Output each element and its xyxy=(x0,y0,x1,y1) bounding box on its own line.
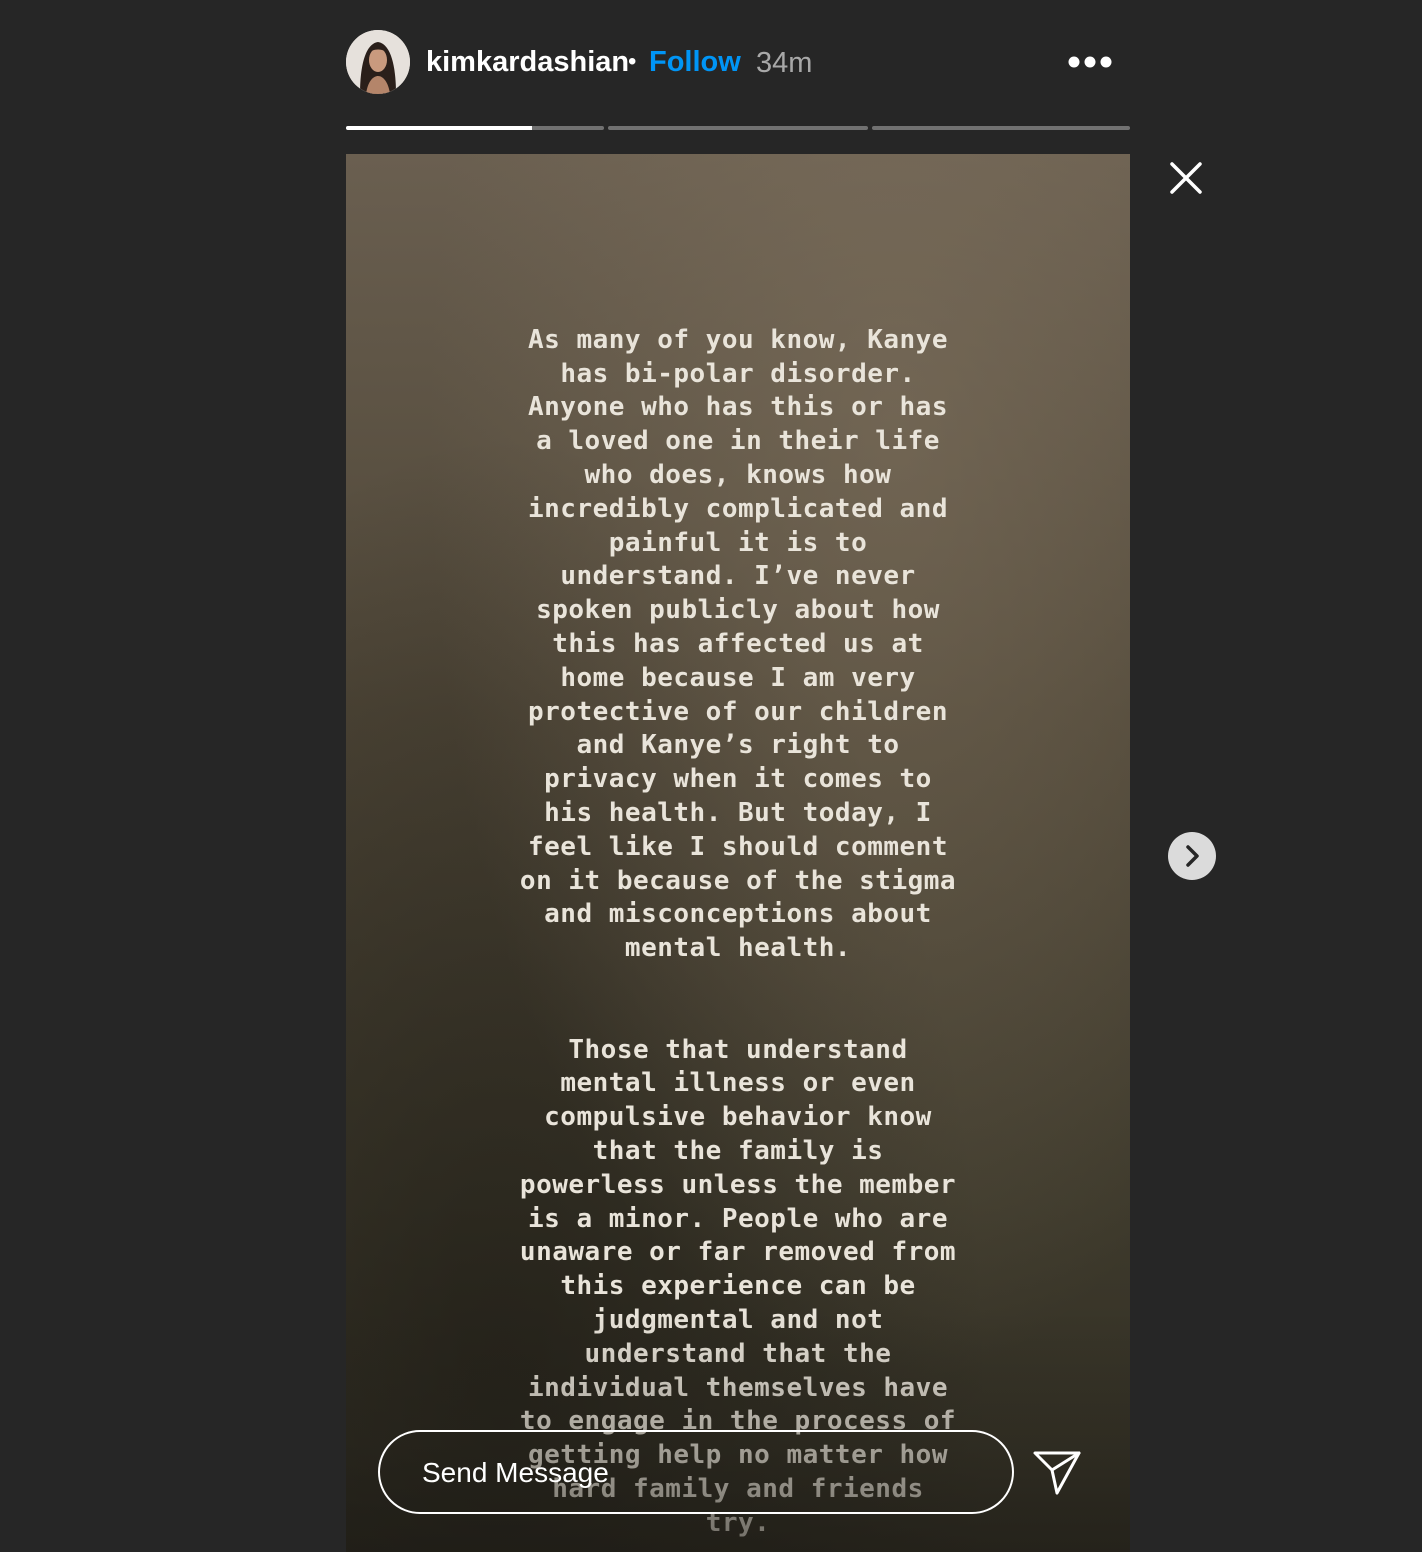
send-button[interactable] xyxy=(1032,1450,1082,1496)
chevron-right-icon xyxy=(1186,845,1199,867)
story-viewer: kimkardashian • Follow 34m As many of yo… xyxy=(0,0,1422,1552)
story-progress-bar xyxy=(872,126,1130,130)
timestamp: 34m xyxy=(756,47,813,79)
send-icon xyxy=(1033,1451,1081,1495)
close-icon xyxy=(1170,162,1202,194)
send-message-input[interactable] xyxy=(420,1432,964,1514)
story-progress-bar xyxy=(608,126,868,130)
more-options-button[interactable] xyxy=(1064,50,1116,74)
story-text: As many of you know, Kanye has bi-polar … xyxy=(346,290,1130,1552)
separator-dot: • xyxy=(628,48,637,75)
story-progress-bar xyxy=(346,126,604,130)
more-horizontal-icon xyxy=(1068,56,1112,68)
reply-box xyxy=(378,1430,1014,1514)
avatar[interactable] xyxy=(346,30,410,94)
story-progress-fill xyxy=(346,126,532,130)
story-media[interactable]: As many of you know, Kanye has bi-polar … xyxy=(346,154,1130,1552)
avatar-image xyxy=(346,30,410,94)
close-button[interactable] xyxy=(1166,158,1206,198)
follow-button[interactable]: Follow xyxy=(649,44,741,80)
next-story-button[interactable] xyxy=(1168,832,1216,880)
username-link[interactable]: kimkardashian xyxy=(426,44,629,80)
story-paragraph: As many of you know, Kanye has bi-polar … xyxy=(519,324,957,964)
